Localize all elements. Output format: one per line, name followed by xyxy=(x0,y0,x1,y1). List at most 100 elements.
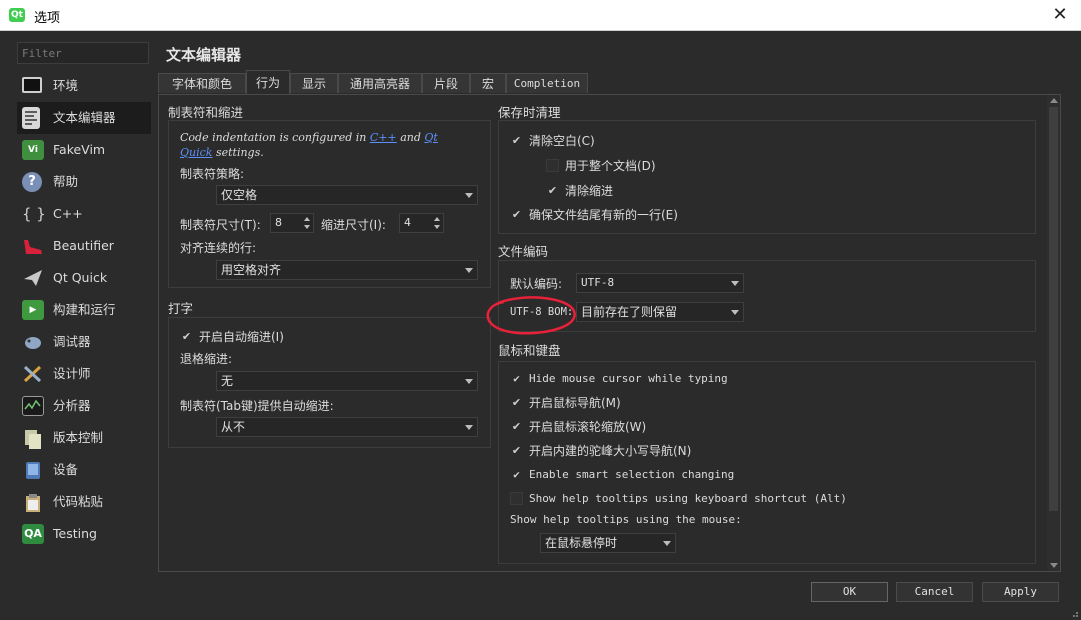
nav-item-testing[interactable]: QA Testing xyxy=(17,518,151,550)
debugger-icon xyxy=(22,332,44,352)
build-run-icon: ▶ xyxy=(22,300,44,320)
checkmark-icon: ✔ xyxy=(513,468,520,481)
braces-icon: { } xyxy=(22,205,46,223)
nav-label: Qt Quick xyxy=(53,270,108,285)
vertical-scrollbar[interactable] xyxy=(1047,95,1060,571)
spin-down-icon[interactable] xyxy=(304,225,310,229)
indent-config-note-line2: Quick settings. xyxy=(180,146,264,159)
tab-key-indent-label: 制表符(Tab键)提供自动缩进: xyxy=(180,399,334,413)
tab-generic-highlighter[interactable]: 通用高亮器 xyxy=(338,73,422,93)
text-editor-icon xyxy=(22,107,40,129)
scroll-thumb[interactable] xyxy=(1049,107,1058,511)
section-title-cleanup: 保存时清理 xyxy=(498,105,561,120)
nav-item-text-editor[interactable]: 文本编辑器 xyxy=(17,102,151,134)
checkmark-icon: ✔ xyxy=(511,420,522,433)
tab-fonts-colors[interactable]: 字体和颜色 xyxy=(158,73,246,93)
cancel-button[interactable]: Cancel xyxy=(896,582,973,602)
designer-icon xyxy=(22,364,44,384)
qa-testing-icon: QA xyxy=(22,524,44,544)
page-title: 文本编辑器 xyxy=(166,46,242,64)
tab-policy-combo[interactable]: 仅空格 xyxy=(216,185,478,205)
qt-quick-plane-icon xyxy=(22,268,44,288)
tab-display[interactable]: 显示 xyxy=(290,73,338,93)
checkbox-empty-icon xyxy=(546,159,559,172)
nav-item-debugger[interactable]: 调试器 xyxy=(17,326,151,358)
nav-item-cpp[interactable]: { } C++ xyxy=(17,198,151,230)
close-button[interactable]: ✕ xyxy=(1047,3,1073,27)
tab-size-spinbox[interactable]: 8 xyxy=(270,213,314,233)
section-title-encoding: 文件编码 xyxy=(498,244,549,259)
chevron-down-icon xyxy=(465,193,473,198)
filter-input[interactable]: Filter xyxy=(17,42,149,64)
checkmark-icon: ✔ xyxy=(511,208,522,221)
indent-config-note: Code indentation is configured in C++ an… xyxy=(180,131,438,144)
chevron-down-icon xyxy=(465,425,473,430)
monitor-icon xyxy=(22,77,42,93)
spin-up-icon[interactable] xyxy=(434,217,440,221)
checkmark-icon: ✔ xyxy=(181,330,192,343)
chevron-down-icon xyxy=(731,310,739,315)
nav-item-beautifier[interactable]: Beautifier xyxy=(17,230,151,262)
checkmark-icon: ✔ xyxy=(511,134,522,147)
chevron-down-icon xyxy=(465,268,473,273)
code-paste-icon xyxy=(22,492,44,512)
tooltip-mouse-combo[interactable]: 在鼠标悬停时 xyxy=(540,533,676,553)
tab-key-indent-combo[interactable]: 从不 xyxy=(216,417,478,437)
tooltip-mouse-label: Show help tooltips using the mouse: xyxy=(510,513,742,526)
nav-item-fakevim[interactable]: Vi FakeVim xyxy=(17,134,151,166)
backspace-indent-label: 退格缩进: xyxy=(180,352,233,366)
bom-combo[interactable]: 目前存在了则保留 xyxy=(576,302,744,322)
nav-item-designer[interactable]: 设计师 xyxy=(17,358,151,390)
checkbox-empty-icon xyxy=(510,492,523,505)
quick-settings-link[interactable]: Quick xyxy=(180,146,212,159)
resize-grip-icon[interactable] xyxy=(1069,608,1079,618)
align-label: 对齐连续的行: xyxy=(180,241,257,255)
fakevim-icon: Vi xyxy=(22,140,44,160)
ok-button[interactable]: OK xyxy=(811,582,888,602)
nav-item-code-paste[interactable]: 代码粘贴 xyxy=(17,486,151,518)
nav-item-help[interactable]: ? 帮助 xyxy=(17,166,151,198)
spin-down-icon[interactable] xyxy=(434,225,440,229)
nav-label: 帮助 xyxy=(53,174,79,189)
nav-label: 环境 xyxy=(53,78,79,93)
help-icon: ? xyxy=(22,172,42,192)
version-control-icon xyxy=(22,428,44,449)
tab-macros[interactable]: 宏 xyxy=(470,73,506,93)
apply-button[interactable]: Apply xyxy=(982,582,1059,602)
backspace-indent-combo[interactable]: 无 xyxy=(216,371,478,391)
indent-size-spinbox[interactable]: 4 xyxy=(399,213,444,233)
tab-behavior[interactable]: 行为 xyxy=(246,70,290,94)
align-combo[interactable]: 用空格对齐 xyxy=(216,260,478,280)
checkmark-icon: ✔ xyxy=(511,396,522,409)
tab-completion[interactable]: Completion xyxy=(506,73,588,93)
checkmark-icon: ✔ xyxy=(513,372,520,385)
cpp-settings-link[interactable]: C++ xyxy=(370,131,397,144)
scroll-up-icon[interactable] xyxy=(1050,98,1058,103)
nav-item-environment[interactable]: 环境 xyxy=(17,70,151,102)
chevron-down-icon xyxy=(465,379,473,384)
tab-snippets[interactable]: 片段 xyxy=(422,73,470,93)
nav-item-device[interactable]: 设备 xyxy=(17,454,151,486)
nav-label: 构建和运行 xyxy=(53,302,116,317)
checkmark-icon: ✔ xyxy=(511,444,522,457)
spin-up-icon[interactable] xyxy=(304,217,310,221)
nav-item-analyzer[interactable]: 分析器 xyxy=(17,390,151,422)
device-icon xyxy=(22,460,44,480)
section-title-indent: 制表符和缩进 xyxy=(168,105,244,120)
nav-label: 分析器 xyxy=(53,398,91,413)
nav-label: Beautifier xyxy=(53,238,114,253)
checkmark-icon: ✔ xyxy=(547,184,558,197)
title-bar: Qt 选项 ✕ xyxy=(0,0,1081,31)
scroll-down-icon[interactable] xyxy=(1050,563,1058,568)
nav-item-version-control[interactable]: 版本控制 xyxy=(17,422,151,454)
beautifier-shoe-icon xyxy=(22,236,44,256)
indent-size-label: 缩进尺寸(I): xyxy=(321,218,386,232)
nav-label: C++ xyxy=(53,206,83,221)
nav-item-build-run[interactable]: ▶ 构建和运行 xyxy=(17,294,151,326)
red-highlight-circle xyxy=(486,296,576,335)
qt-settings-link[interactable]: Qt xyxy=(424,131,437,144)
nav-item-qt-quick[interactable]: Qt Quick xyxy=(17,262,151,294)
default-encoding-combo[interactable]: UTF-8 xyxy=(576,273,744,293)
nav-label: 调试器 xyxy=(53,334,91,349)
nav-label: 代码粘贴 xyxy=(53,494,104,509)
